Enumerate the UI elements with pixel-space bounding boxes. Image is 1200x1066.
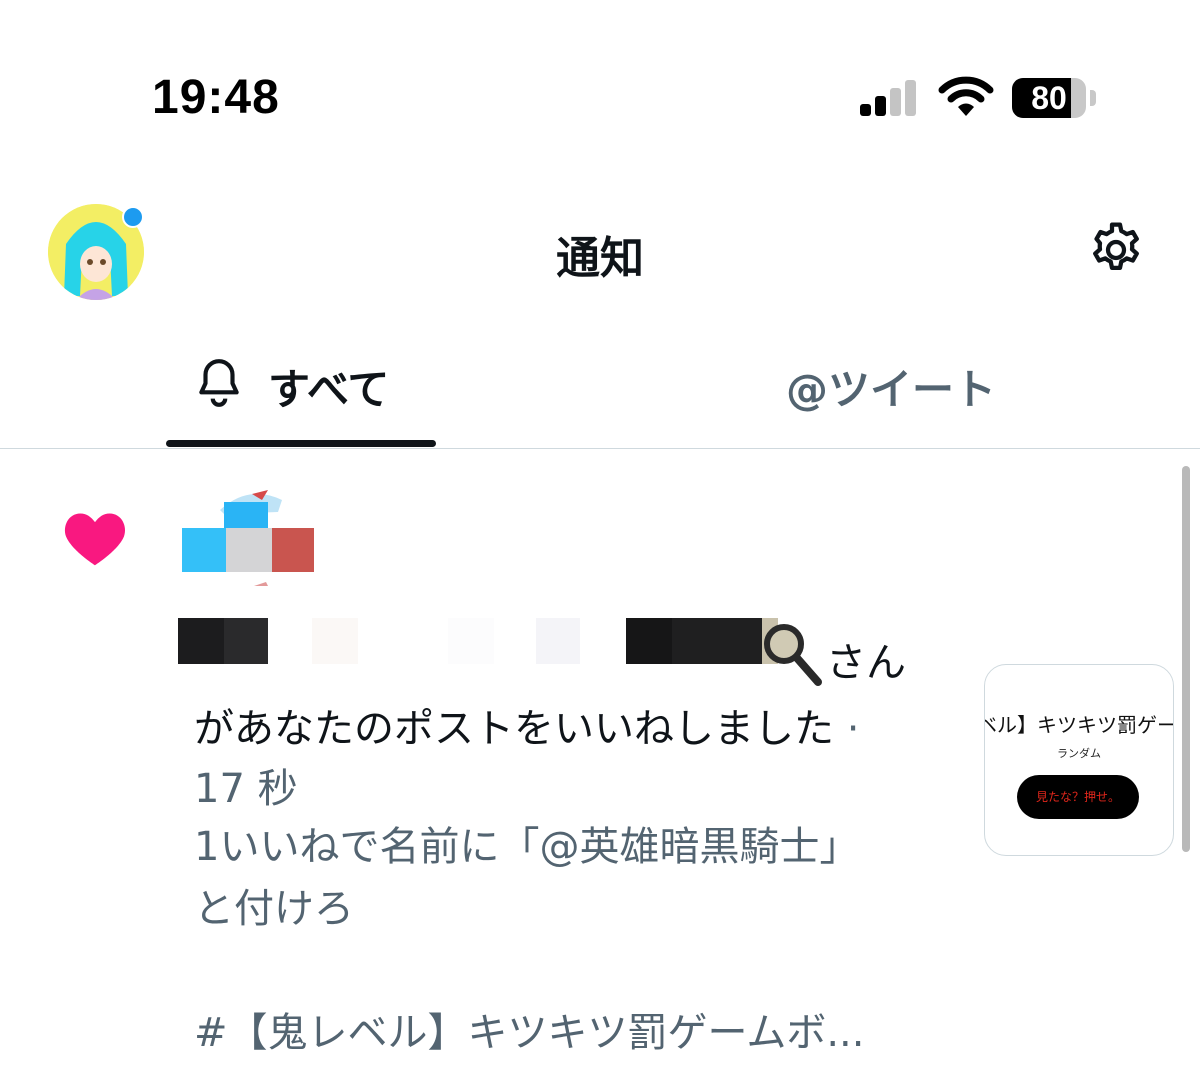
tab-all[interactable]: すべて: [166, 350, 436, 448]
post-line: と付けろ: [194, 886, 354, 932]
thumbnail-title: ベル】キツキツ罰ゲーム: [984, 713, 1173, 737]
like-action-text: があなたのポストをいいねしました: [194, 706, 834, 752]
notification-time: 17 秒: [194, 766, 298, 812]
gear-icon[interactable]: [1084, 218, 1148, 282]
heart-icon: [64, 513, 126, 566]
separator-dot: ·: [846, 706, 860, 752]
battery-level: 80: [1031, 80, 1067, 116]
notifications-screen: 19:48 80 通知 すべて @ツイート さん があなたのポストをいいねしまし…: [0, 0, 1200, 1066]
bell-icon: [199, 359, 239, 407]
thumbnail-button: 見たな？押せ。: [1017, 775, 1139, 819]
post-line: #【鬼レベル】キツキツ罰ゲームボ...: [194, 1010, 865, 1056]
scrollbar[interactable]: [1182, 466, 1190, 852]
magnifier-icon: [764, 624, 822, 686]
thumbnail-subtitle: ランダム: [1057, 747, 1101, 760]
wifi-icon: [938, 76, 994, 116]
post-line: [194, 940, 864, 1002]
liker-avatar[interactable]: [178, 488, 318, 588]
tabs-divider: [0, 448, 1200, 449]
tab-mentions[interactable]: @ツイート: [786, 356, 996, 417]
notification-text: があなたのポストをいいねしました ·: [194, 696, 859, 754]
page-title: 通知: [556, 233, 644, 284]
cellular-signal-icon: [860, 78, 920, 116]
thumbnail-button-label: 見たな？押せ。: [1035, 790, 1120, 804]
active-tab-indicator: [166, 440, 436, 447]
username-suffix: さん: [826, 640, 906, 686]
redacted-username[interactable]: [178, 618, 778, 664]
tab-all-label: すべて: [268, 365, 390, 414]
status-time: 19:48: [152, 71, 280, 124]
post-thumbnail[interactable]: ベル】キツキツ罰ゲーム ランダム 見たな？押せ。: [984, 664, 1174, 856]
post-preview-text[interactable]: 1いいねで名前に「@英雄暗黒騎士」 と付けろ #【鬼レベル】キツキツ罰ゲームボ.…: [194, 816, 864, 1064]
battery-cap: [1090, 90, 1096, 106]
post-line: 1いいねで名前に「@英雄暗黒騎士」: [194, 824, 860, 870]
battery-indicator: 80: [1012, 78, 1086, 118]
